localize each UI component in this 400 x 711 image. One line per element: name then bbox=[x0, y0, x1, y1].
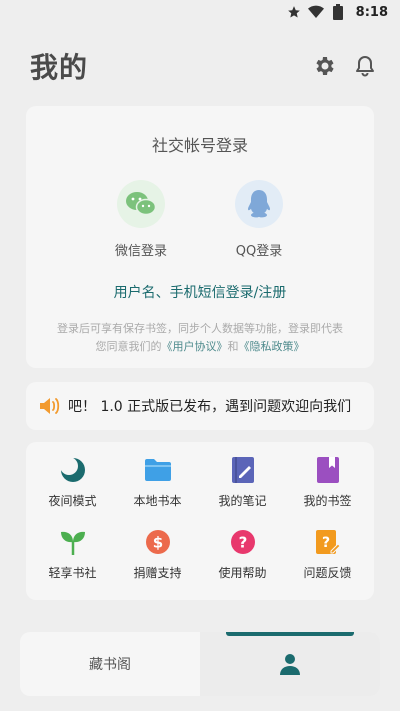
qq-login-button[interactable]: QQ登录 bbox=[224, 180, 294, 259]
menu-card: 夜间模式 本地书本 我的笔记 我的书签 轻享书社 $ 捐赠支持 ? 使用帮助 ?… bbox=[26, 442, 374, 600]
feedback-icon: ? bbox=[315, 530, 341, 554]
wifi-icon bbox=[307, 4, 324, 20]
page-title: 我的 bbox=[30, 51, 89, 84]
menu-label: 捐赠支持 bbox=[133, 566, 182, 580]
menu-label: 问题反馈 bbox=[303, 566, 352, 580]
battery-icon bbox=[330, 4, 346, 20]
login-card: 社交帐号登录 微信登录 QQ登录 用户名、手机短信登录/注册 登录后可享有保存书… bbox=[26, 106, 374, 368]
sprout-icon bbox=[60, 531, 85, 555]
social-login-row: 微信登录 QQ登录 bbox=[26, 180, 374, 259]
wechat-login-button[interactable]: 微信登录 bbox=[106, 180, 176, 259]
notifications-button[interactable] bbox=[352, 53, 378, 79]
login-note: 登录后可享有保存书签，同步个人数据等功能，登录即代表 您同意我们的《用户协议》和… bbox=[40, 320, 360, 356]
bookmark-icon bbox=[316, 457, 339, 483]
menu-label: 我的笔记 bbox=[218, 494, 267, 508]
login-title: 社交帐号登录 bbox=[151, 136, 248, 155]
notice-banner[interactable]: 吧！ 1.0 正式版已发布，遇到问题欢迎向我们 bbox=[26, 382, 374, 430]
qq-login-label: QQ登录 bbox=[235, 244, 283, 259]
login-note-prefix: 您同意我们的 bbox=[95, 340, 162, 353]
speaker-icon bbox=[40, 398, 60, 414]
notice-text: 吧！ 1.0 正式版已发布，遇到问题欢迎向我们 bbox=[68, 399, 352, 415]
user-agreement-link[interactable]: 《用户协议》 bbox=[162, 340, 228, 353]
account-login-link[interactable]: 用户名、手机短信登录/注册 bbox=[26, 282, 374, 302]
menu-my-bookmarks[interactable]: 我的书签 bbox=[285, 456, 370, 514]
menu-label: 本地书本 bbox=[133, 494, 182, 508]
settings-icon bbox=[316, 57, 334, 75]
help-icon: ? bbox=[230, 530, 255, 554]
moon-icon bbox=[59, 457, 85, 482]
menu-book-club[interactable]: 轻享书社 bbox=[30, 528, 115, 586]
menu-label: 轻享书社 bbox=[48, 566, 97, 580]
qq-icon bbox=[247, 190, 271, 218]
bell-icon bbox=[356, 56, 374, 77]
menu-help[interactable]: ? 使用帮助 bbox=[200, 528, 285, 586]
settings-button[interactable] bbox=[312, 53, 338, 79]
menu-label: 使用帮助 bbox=[218, 566, 267, 580]
menu-donate[interactable]: $ 捐赠支持 bbox=[115, 528, 200, 586]
star-icon bbox=[286, 4, 302, 20]
svg-text:?: ? bbox=[238, 534, 247, 552]
menu-label: 夜间模式 bbox=[48, 494, 97, 508]
menu-local-books[interactable]: 本地书本 bbox=[115, 456, 200, 514]
person-icon bbox=[280, 654, 300, 675]
login-note-and: 和 bbox=[227, 340, 239, 353]
folder-icon bbox=[144, 459, 171, 481]
svg-text:?: ? bbox=[321, 535, 329, 551]
status-bar: 8:18 bbox=[0, 0, 400, 24]
dollar-icon: $ bbox=[145, 530, 170, 554]
privacy-policy-link[interactable]: 《隐私政策》 bbox=[239, 340, 305, 353]
bottom-nav: 藏书阁 bbox=[20, 632, 380, 696]
header-actions bbox=[312, 53, 378, 79]
menu-night-mode[interactable]: 夜间模式 bbox=[30, 456, 115, 514]
menu-label: 我的书签 bbox=[303, 494, 352, 508]
tab-library[interactable]: 藏书阁 bbox=[20, 632, 200, 696]
login-note-line1: 登录后可享有保存书签，同步个人数据等功能，登录即代表 bbox=[57, 322, 343, 335]
menu-grid: 夜间模式 本地书本 我的笔记 我的书签 轻享书社 $ 捐赠支持 ? 使用帮助 ?… bbox=[30, 456, 370, 586]
menu-my-notes[interactable]: 我的笔记 bbox=[200, 456, 285, 514]
notebook-icon bbox=[231, 457, 254, 483]
page-header: 我的 bbox=[30, 46, 378, 86]
tab-mine[interactable] bbox=[200, 632, 380, 696]
login-note-line2: 您同意我们的《用户协议》和《隐私政策》 bbox=[40, 338, 360, 356]
menu-feedback[interactable]: ? 问题反馈 bbox=[285, 528, 370, 586]
wechat-login-label: 微信登录 bbox=[114, 244, 167, 259]
wechat-icon bbox=[126, 192, 157, 216]
svg-text:$: $ bbox=[152, 534, 162, 552]
active-tab-indicator bbox=[226, 632, 354, 636]
status-time: 8:18 bbox=[355, 4, 388, 20]
